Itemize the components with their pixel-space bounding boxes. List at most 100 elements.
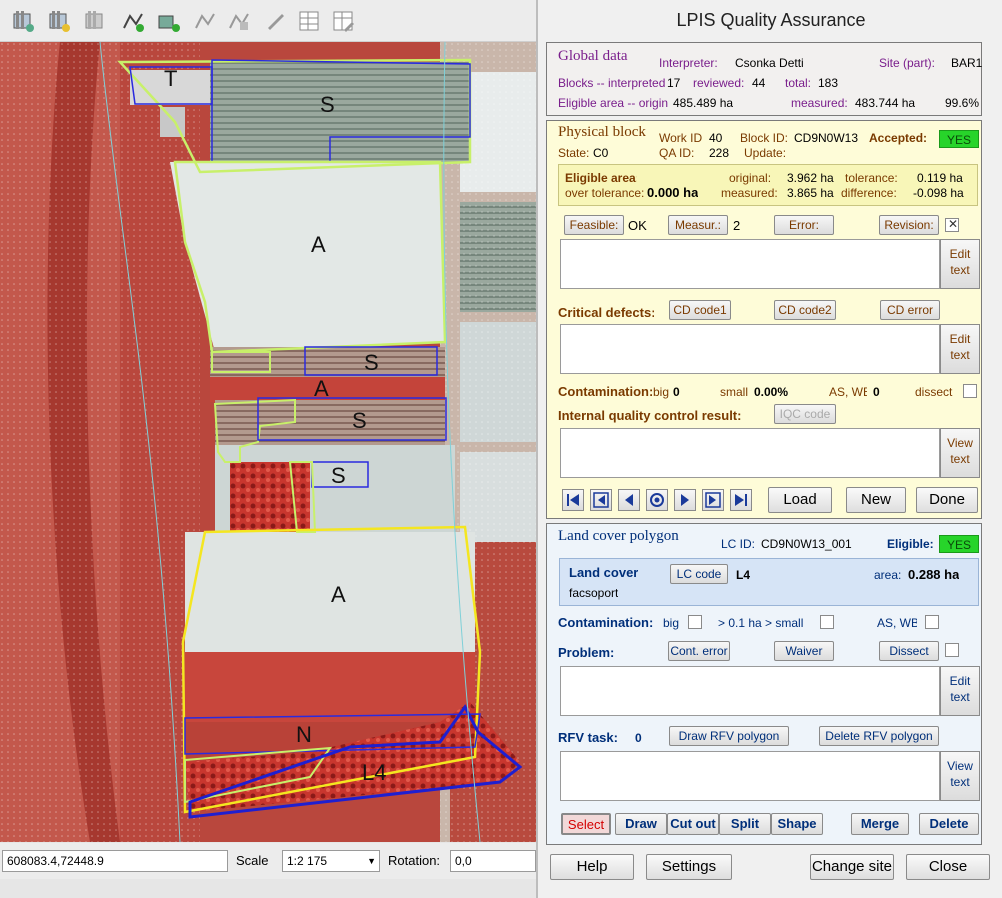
change-site-button[interactable]: Change site: [810, 854, 894, 880]
iqc-view-text-button[interactable]: View text: [940, 428, 980, 478]
critical-defects-label: Critical defects:: [558, 305, 654, 320]
revision-button[interactable]: Revision:: [879, 215, 939, 235]
measured-value: 483.744 ha: [855, 96, 916, 110]
global-data-section: Global data Interpreter: Csonka Detti Si…: [546, 42, 982, 116]
feasible-button[interactable]: Feasible:: [564, 215, 624, 235]
percent-value: 99.6%: [945, 96, 980, 110]
land-cover-section: Land cover polygon LC ID: CD9N0W13_001 E…: [546, 523, 982, 845]
scale-value: 1:2 175: [287, 854, 328, 868]
cd-error-button[interactable]: CD error: [880, 300, 940, 320]
table-icon[interactable]: [296, 8, 322, 34]
rfv-task-label: RFV task:: [558, 730, 618, 745]
last-record-icon[interactable]: [730, 489, 752, 511]
done-button[interactable]: Done: [916, 487, 978, 513]
land-cover-heading: Land cover polygon: [558, 528, 679, 544]
lc-small-checkbox[interactable]: [820, 615, 834, 629]
lc-name-value: facsoport: [569, 586, 619, 600]
draw-rfv-button[interactable]: Draw RFV polygon: [669, 726, 789, 746]
next-block-icon[interactable]: [702, 489, 724, 511]
iqc-code-button[interactable]: IQC code: [774, 404, 836, 424]
measur-button[interactable]: Measur.:: [668, 215, 728, 235]
table-edit-icon[interactable]: [330, 8, 356, 34]
draw-tool-button[interactable]: Draw: [615, 813, 667, 835]
iqc-notes-textarea[interactable]: [560, 428, 940, 478]
cd-code2-button[interactable]: CD code2: [774, 300, 836, 320]
lc-aswb-label: AS, WB: [877, 616, 917, 630]
map-canvas[interactable]: T S A S A S S A N L4: [0, 42, 536, 842]
layer-icon[interactable]: [10, 8, 36, 34]
cd-code1-button[interactable]: CD code1: [669, 300, 731, 320]
vector-layer-add-icon[interactable]: [156, 8, 182, 34]
measured-label-pb: measured:: [721, 186, 778, 200]
qa-panel: LPIS Quality Assurance Global data Inter…: [536, 0, 1002, 898]
rfv-notes-textarea[interactable]: [560, 751, 940, 801]
next-icon[interactable]: [674, 489, 696, 511]
pb-edit-text-button[interactable]: Edit text: [940, 239, 980, 289]
settings-button[interactable]: Settings: [646, 854, 732, 880]
delete-button[interactable]: Delete: [919, 813, 979, 835]
feasible-value: OK: [628, 218, 647, 233]
tool-icon[interactable]: [262, 8, 288, 34]
measur-value: 2: [733, 218, 741, 233]
error-button[interactable]: Error:: [774, 215, 834, 235]
cont-error-button[interactable]: Cont. error: [668, 641, 730, 661]
lc-aswb-checkbox[interactable]: [925, 615, 939, 629]
select-tool-button[interactable]: Select: [561, 813, 611, 835]
lc-edit-text-button[interactable]: Edit text: [940, 666, 980, 716]
eligible-area-box-label: Eligible area:: [565, 171, 637, 185]
rfv-view-text-button[interactable]: View text: [940, 751, 980, 801]
cut-out-tool-button[interactable]: Cut out: [667, 813, 719, 835]
interpreter-value: Csonka Detti: [735, 56, 804, 70]
layer-add-icon[interactable]: [46, 8, 72, 34]
merge-button[interactable]: Merge: [851, 813, 909, 835]
parcel-label-a2: A: [314, 376, 329, 401]
iqc-label: Internal quality control result:: [558, 408, 742, 423]
prev-block-icon[interactable]: [590, 489, 612, 511]
delete-rfv-button[interactable]: Delete RFV polygon: [819, 726, 939, 746]
close-button[interactable]: Close: [906, 854, 990, 880]
scale-select[interactable]: 1:2 175 ▼: [282, 850, 380, 872]
lc-dissect-checkbox[interactable]: [945, 643, 959, 657]
land-cover-label: Land cover: [569, 565, 639, 580]
panel-title: LPIS Quality Assurance: [676, 10, 866, 30]
load-button[interactable]: Load: [768, 487, 832, 513]
chevron-down-icon: ▼: [367, 856, 376, 866]
interpreter-label: Interpreter:: [659, 56, 718, 70]
over-tolerance-value: 0.000 ha: [647, 185, 699, 200]
new-button[interactable]: New: [846, 487, 906, 513]
help-button[interactable]: Help: [550, 854, 634, 880]
difference-label: difference:: [841, 186, 897, 200]
dissect-checkbox[interactable]: [963, 384, 977, 398]
as-wb-label: AS, WB: [829, 385, 867, 399]
coordinate-field[interactable]: 608083.4,72448.9: [2, 850, 228, 872]
rotation-label: Rotation:: [388, 853, 441, 868]
target-icon[interactable]: [646, 489, 668, 511]
parcel-label-s3: S: [352, 408, 367, 433]
dissect-button[interactable]: Dissect: [879, 641, 939, 661]
previous-icon[interactable]: [618, 489, 640, 511]
waiver-button[interactable]: Waiver: [774, 641, 834, 661]
vector-add-icon[interactable]: [120, 8, 146, 34]
lc-code-button[interactable]: LC code: [670, 564, 728, 584]
area-label: area:: [874, 568, 902, 582]
work-id-value: 40: [709, 131, 723, 145]
rotation-field[interactable]: 0,0: [450, 850, 536, 872]
vector-edit2-icon[interactable]: [226, 8, 252, 34]
accepted-yes-badge[interactable]: YES: [939, 130, 979, 148]
lc-eligible-yes-badge[interactable]: YES: [939, 535, 979, 553]
total-value: 183: [818, 76, 839, 90]
original-label: original:: [729, 171, 772, 185]
small-label: small: [720, 385, 749, 399]
shape-tool-button[interactable]: Shape: [771, 813, 823, 835]
cd-notes-textarea[interactable]: [560, 324, 940, 374]
split-tool-button[interactable]: Split: [719, 813, 771, 835]
first-record-icon[interactable]: [562, 489, 584, 511]
revision-checkbox[interactable]: ✕: [945, 217, 959, 232]
vector-edit-icon[interactable]: [192, 8, 218, 34]
lc-notes-textarea[interactable]: [560, 666, 940, 716]
parcel-label-a1: A: [311, 232, 326, 257]
cd-edit-text-button[interactable]: Edit text: [940, 324, 980, 374]
pb-notes-textarea[interactable]: [560, 239, 940, 289]
lc-big-checkbox[interactable]: [688, 615, 702, 629]
layer-remove-icon[interactable]: [82, 8, 108, 34]
